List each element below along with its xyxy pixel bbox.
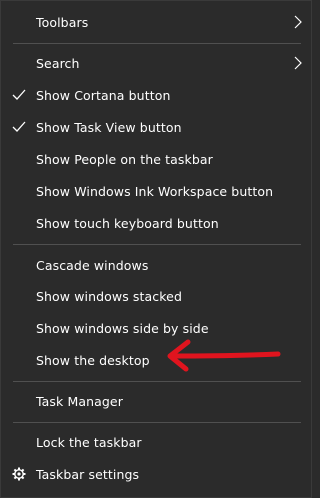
taskbar-context-menu: Toolbars Search Show Cortana button Show… [0,0,312,498]
gear-icon [11,466,27,482]
menu-item-show-task-view-button[interactable]: Show Task View button [1,112,311,142]
chevron-right-icon [291,55,305,71]
menu-item-search[interactable]: Search [1,48,311,78]
menu-item-label: Taskbar settings [36,466,140,482]
menu-item-toolbars[interactable]: Toolbars [1,7,311,37]
menu-item-show-windows-ink[interactable]: Show Windows Ink Workspace button [1,176,311,206]
menu-item-label: Show windows stacked [36,288,182,304]
red-arrow-icon [167,339,281,372]
menu-item-label: Cascade windows [36,257,149,273]
menu-separator [13,422,301,423]
menu-item-label: Toolbars [36,14,89,30]
menu-separator [13,43,301,44]
menu-item-task-manager[interactable]: Task Manager [1,386,311,416]
menu-separator [13,244,301,245]
checkmark-icon [11,119,27,135]
menu-item-show-windows-stacked[interactable]: Show windows stacked [1,281,311,311]
checkmark-icon [11,87,27,103]
menu-item-label: Show touch keyboard button [36,215,219,231]
menu-item-label: Show windows side by side [36,320,209,336]
menu-item-show-cortana-button[interactable]: Show Cortana button [1,80,311,110]
menu-item-taskbar-settings[interactable]: Taskbar settings [1,459,311,489]
menu-item-label: Lock the taskbar [36,434,142,450]
menu-separator [13,381,301,382]
chevron-right-icon [291,14,305,30]
menu-item-label: Search [36,55,80,71]
menu-item-label: Show Task View button [36,119,182,135]
menu-item-label: Show Windows Ink Workspace button [36,183,274,199]
menu-item-label: Show People on the taskbar [36,151,213,167]
menu-item-cascade-windows[interactable]: Cascade windows [1,250,311,280]
menu-item-label: Task Manager [36,393,123,409]
menu-item-label: Show Cortana button [36,87,171,103]
menu-item-label: Show the desktop [36,352,150,368]
menu-item-show-people[interactable]: Show People on the taskbar [1,144,311,174]
menu-item-show-touch-keyboard[interactable]: Show touch keyboard button [1,208,311,238]
menu-item-lock-the-taskbar[interactable]: Lock the taskbar [1,427,311,457]
